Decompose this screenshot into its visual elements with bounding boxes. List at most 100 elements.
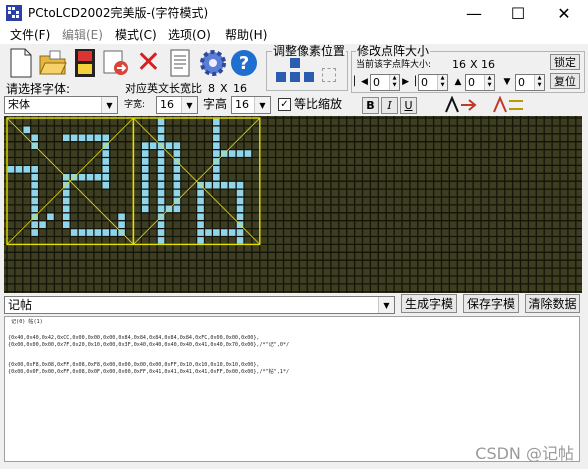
document-icon (170, 49, 189, 76)
bar-up-icon: ▲ (454, 77, 462, 87)
top-spin[interactable]: 0 ▲ ▼ (465, 74, 495, 91)
lit-pixel (212, 118, 221, 126)
lit-pixel (101, 165, 110, 174)
lit-pixel (157, 157, 165, 166)
lit-pixel (236, 149, 244, 158)
lit-pixel (30, 228, 39, 237)
shrink-bottom-button[interactable]: ▼ (500, 74, 514, 90)
lit-pixel (212, 149, 221, 158)
lit-pixel (172, 141, 181, 150)
lit-pixel (172, 189, 181, 197)
ascii-width: 8 (208, 82, 215, 95)
lit-pixel (228, 228, 237, 237)
maximize-button[interactable]: ☐ (496, 0, 540, 26)
shift-left-button[interactable] (276, 72, 286, 82)
menu-edit[interactable]: 编辑(E) (62, 28, 103, 42)
bar-right-icon: ▶▕ (402, 77, 416, 87)
delete-button[interactable]: ✕ (132, 45, 165, 80)
menu-options[interactable]: 选项(O) (168, 28, 211, 42)
title-bar[interactable]: PCtoLCD2002完美版-(字符模式) — ☐ ✕ (0, 0, 588, 26)
shift-up-button[interactable] (290, 58, 300, 68)
pixel-grid[interactable] (4, 116, 582, 293)
bold-button[interactable]: B (362, 97, 379, 114)
close-window-button[interactable]: ✕ (542, 0, 586, 26)
new-file-button[interactable] (4, 46, 37, 79)
lit-pixel (70, 228, 79, 237)
lit-pixel (62, 204, 71, 213)
height-select[interactable]: 16 ▼ (231, 96, 271, 114)
convert-icon (103, 50, 128, 75)
shrink-right-button[interactable]: ▶▕ (402, 74, 416, 90)
settings-button[interactable] (196, 46, 229, 79)
input-text-field[interactable]: 记帖 ▼ (4, 296, 395, 314)
lit-pixel (101, 133, 110, 142)
lock-button[interactable]: 锁定 (550, 54, 580, 70)
spin-arrows-icon: ▲ ▼ (389, 75, 399, 90)
lit-pixel (212, 133, 221, 142)
clear-data-button[interactable]: 清除数据 (525, 294, 580, 313)
chevron-down-icon: ▼ (181, 97, 197, 113)
lit-pixel (22, 165, 31, 174)
lit-pixel (86, 133, 94, 142)
lit-pixel (101, 228, 110, 237)
ascii-size-sep: X (220, 82, 228, 95)
lit-pixel (141, 165, 150, 174)
lit-pixel (117, 212, 126, 221)
current-size-label: 当前该字点阵大小: (356, 60, 432, 70)
document-button[interactable] (163, 46, 196, 79)
lit-pixel (220, 181, 229, 190)
width-select[interactable]: 16 ▼ (156, 96, 198, 114)
lit-pixel (93, 228, 102, 237)
shift-right-button[interactable] (304, 72, 314, 82)
menu-help[interactable]: 帮助(H) (225, 28, 267, 42)
generate-button[interactable]: 生成字模 (401, 294, 457, 313)
reset-position-button[interactable] (322, 68, 336, 82)
underline-button[interactable]: U (400, 97, 417, 114)
left-spin[interactable]: 0 ▲ ▼ (370, 74, 400, 91)
lit-pixel (244, 149, 252, 158)
lit-pixel (30, 204, 39, 213)
lit-pixel (141, 173, 150, 182)
output-line: {0x00,0xF8,0x08,0xFF,0x08,0xF8,0x00,0x00… (8, 362, 260, 368)
lit-pixel (236, 181, 244, 190)
shrink-top-button[interactable]: ▲ (451, 74, 465, 90)
lit-pixel (86, 173, 94, 182)
right-spin[interactable]: 0 ▲ ▼ (418, 74, 448, 91)
dot-matrix-canvas[interactable] (4, 116, 582, 293)
proportional-checkbox[interactable]: ✓ (278, 98, 291, 111)
open-file-button[interactable] (36, 46, 69, 79)
lit-pixel (157, 125, 165, 134)
italic-button[interactable]: I (381, 97, 398, 114)
convert-button[interactable] (99, 46, 132, 79)
bottom-spin[interactable]: 0 ▲ ▼ (515, 74, 545, 91)
lit-pixel (172, 204, 181, 213)
flip-button[interactable] (491, 95, 527, 114)
shift-down-button[interactable] (290, 72, 300, 82)
lit-pixel (157, 149, 165, 158)
menu-mode[interactable]: 模式(C) (115, 28, 157, 42)
lit-pixel (172, 181, 181, 190)
lit-pixel (78, 173, 86, 182)
lit-pixel (157, 236, 165, 245)
shrink-left-button[interactable]: ▏◀ (354, 74, 368, 90)
save-matrix-button[interactable]: 保存字模 (463, 294, 519, 313)
restore-button[interactable]: 复位 (550, 73, 580, 89)
output-line: {0x40,0x40,0x42,0xCC,0x00,0x00,0x00,0x84… (8, 335, 260, 341)
font-select[interactable]: 宋体 ▼ (4, 96, 118, 114)
pixel-adjust-label: 调整像素位置 (272, 44, 347, 58)
ascii-ratio-label: 对应英文长宽比 (125, 82, 202, 95)
lit-pixel (109, 228, 118, 237)
minimize-button[interactable]: — (452, 0, 496, 26)
save-button[interactable] (68, 46, 101, 79)
lit-pixel (236, 189, 244, 197)
spin-arrows-icon: ▲ ▼ (534, 75, 544, 90)
minimize-icon: — (466, 3, 482, 23)
lit-pixel (204, 181, 213, 190)
help-button[interactable]: ? (227, 46, 260, 79)
spin-arrows-icon: ▲ ▼ (437, 75, 447, 90)
settings-gear-icon (199, 49, 226, 76)
watermark: CSDN @记帖 (475, 444, 574, 463)
menu-file[interactable]: 文件(F) (10, 28, 50, 42)
rotate-button[interactable] (443, 95, 479, 114)
lit-pixel (196, 197, 205, 205)
